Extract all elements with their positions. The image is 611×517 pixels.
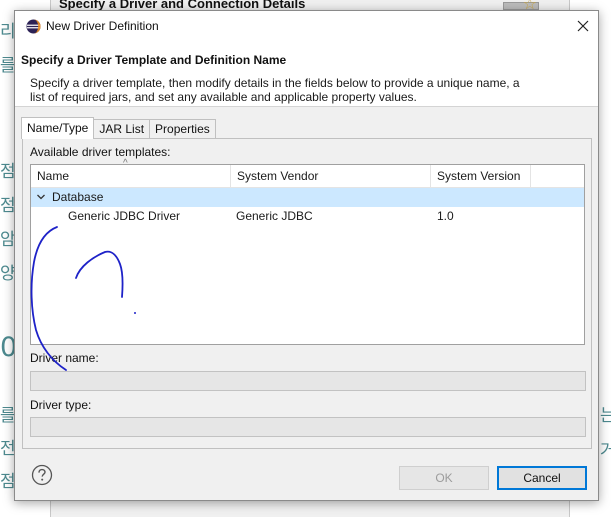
eclipse-icon bbox=[26, 19, 41, 34]
table-header: Name ^ System Vendor System Version bbox=[31, 158, 584, 188]
table-row[interactable]: Generic JDBC Driver Generic JDBC 1.0 bbox=[31, 207, 584, 226]
banner-description: Specify a driver template, then modify d… bbox=[30, 76, 520, 104]
title-bar: New Driver Definition bbox=[15, 11, 598, 41]
column-header-version[interactable]: System Version bbox=[431, 165, 531, 188]
background-text: 거 bbox=[600, 441, 611, 461]
cell-version: 1.0 bbox=[437, 209, 454, 223]
tree-group-label: Database bbox=[52, 190, 104, 204]
cell-vendor: Generic JDBC bbox=[236, 209, 313, 223]
dialog-title: New Driver Definition bbox=[46, 19, 159, 33]
cancel-button[interactable]: Cancel bbox=[497, 466, 587, 490]
cell-name: Generic JDBC Driver bbox=[68, 209, 181, 223]
tab-bar: Name/Type JAR List Properties bbox=[21, 117, 216, 139]
driver-type-label: Driver type: bbox=[30, 398, 92, 412]
banner-title: Specify a Driver Template and Definition… bbox=[21, 53, 287, 67]
help-icon[interactable] bbox=[31, 464, 53, 486]
close-button[interactable] bbox=[568, 11, 598, 41]
column-header-label: System Version bbox=[437, 169, 521, 183]
column-header-name[interactable]: Name ^ bbox=[31, 158, 231, 188]
column-header-label: Name bbox=[37, 169, 70, 183]
ok-button[interactable]: OK bbox=[399, 466, 489, 490]
tree-group-database[interactable]: Database bbox=[31, 188, 584, 207]
driver-templates-table[interactable]: Name ^ System Vendor System Version Data… bbox=[30, 158, 585, 345]
sort-ascending-icon: ^ bbox=[123, 158, 128, 169]
wizard-banner: Specify a Driver Template and Definition… bbox=[15, 41, 598, 107]
tab-jar-list[interactable]: JAR List bbox=[93, 119, 151, 139]
close-icon bbox=[577, 20, 589, 32]
background-text: 는 bbox=[600, 406, 611, 426]
driver-name-field[interactable] bbox=[30, 371, 586, 391]
column-header-label: System Vendor bbox=[237, 169, 319, 183]
tab-properties[interactable]: Properties bbox=[149, 119, 216, 139]
column-header-vendor[interactable]: System Vendor bbox=[231, 165, 431, 188]
driver-type-field[interactable] bbox=[30, 417, 586, 437]
tab-name-type[interactable]: Name/Type bbox=[21, 117, 95, 139]
new-driver-dialog: New Driver Definition Specify a Driver T… bbox=[14, 10, 599, 501]
chevron-down-icon[interactable] bbox=[35, 191, 47, 203]
driver-name-label: Driver name: bbox=[30, 351, 99, 365]
templates-label: Available driver templates: bbox=[30, 145, 171, 159]
